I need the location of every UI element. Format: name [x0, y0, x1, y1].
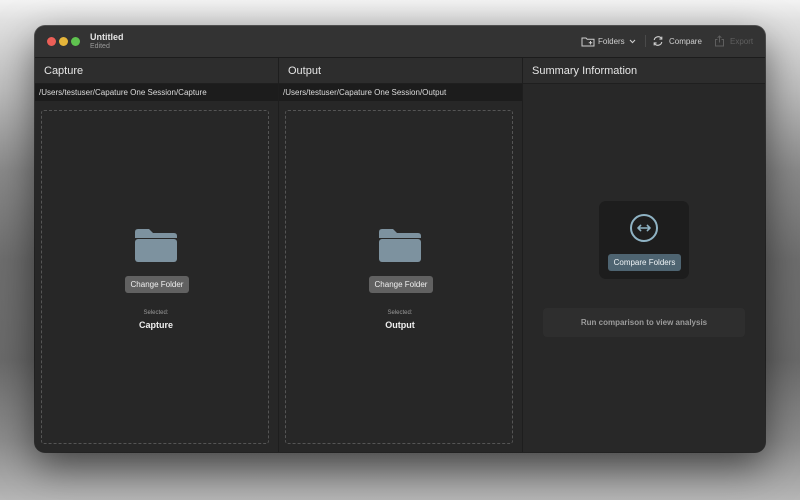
output-selected-value: Output — [385, 320, 415, 330]
compare-folders-button[interactable]: Compare Folders — [608, 254, 681, 271]
summary-panel: Summary Information Compare Folders Run … — [523, 58, 765, 452]
capture-header-title: Capture — [44, 65, 84, 77]
output-path-bar: /Users/testuser/Capature One Session/Out… — [279, 84, 522, 101]
chevron-down-icon — [629, 39, 636, 44]
summary-header: Summary Information — [523, 58, 765, 84]
analysis-placeholder-text: Run comparison to view analysis — [580, 318, 708, 327]
toolbar-divider — [645, 35, 646, 47]
capture-path: /Users/testuser/Capature One Session/Cap… — [39, 88, 207, 97]
close-window-button[interactable] — [47, 37, 56, 46]
capture-path-bar: /Users/testuser/Capature One Session/Cap… — [35, 84, 278, 101]
capture-panel: Capture /Users/testuser/Capature One Ses… — [35, 58, 279, 452]
capture-drop-zone[interactable]: Change Folder Selected: Capture — [41, 110, 269, 444]
output-change-folder-button[interactable]: Change Folder — [369, 276, 433, 293]
folders-menu-button[interactable]: Folders — [581, 34, 636, 48]
window-title: Untitled — [90, 32, 124, 42]
output-header: Output — [279, 58, 522, 84]
output-header-title: Output — [288, 65, 322, 77]
output-panel: Output /Users/testuser/Capature One Sess… — [279, 58, 523, 452]
output-path: /Users/testuser/Capature One Session/Out… — [283, 88, 447, 97]
window-subtitle: Edited — [90, 43, 110, 50]
maximize-window-button[interactable] — [71, 37, 80, 46]
minimize-window-button[interactable] — [59, 37, 68, 46]
output-selected-label: Selected: — [387, 310, 413, 316]
app-window: Untitled Edited Folders Compare Export C… — [35, 26, 765, 452]
folder-icon — [379, 228, 421, 267]
summary-header-title: Summary Information — [532, 65, 638, 77]
export-label: Export — [730, 36, 754, 46]
share-icon — [714, 35, 725, 47]
compare-toolbar-button[interactable]: Compare — [652, 34, 702, 48]
analysis-placeholder: Run comparison to view analysis — [543, 308, 745, 337]
refresh-icon — [652, 35, 664, 47]
folders-label: Folders — [598, 36, 625, 46]
capture-change-folder-button[interactable]: Change Folder — [125, 276, 189, 293]
compare-label: Compare — [669, 36, 702, 46]
folder-plus-icon — [581, 36, 595, 47]
output-drop-zone[interactable]: Change Folder Selected: Output — [285, 110, 513, 444]
capture-selected-value: Capture — [138, 320, 173, 330]
capture-header: Capture — [35, 58, 278, 84]
export-button[interactable]: Export — [714, 34, 753, 48]
title-bar: Untitled Edited Folders Compare Export — [35, 26, 765, 58]
capture-selected-label: Selected: — [143, 310, 169, 316]
folder-icon — [135, 228, 177, 267]
arrows-left-right-icon — [629, 213, 659, 248]
compare-card: Compare Folders — [599, 201, 689, 279]
